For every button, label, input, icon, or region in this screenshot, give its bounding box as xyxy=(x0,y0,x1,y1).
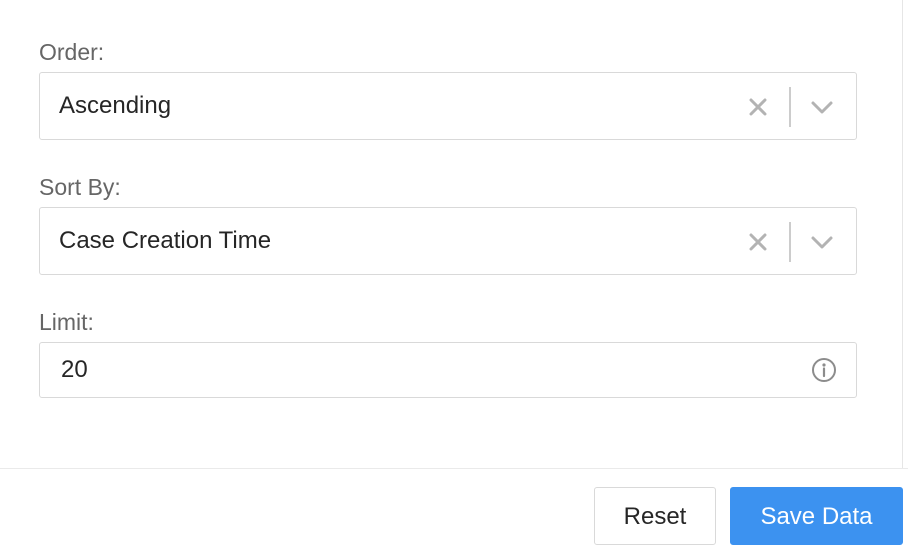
chevron-down-icon[interactable] xyxy=(809,95,835,119)
close-icon[interactable] xyxy=(746,95,770,119)
order-select[interactable]: Ascending xyxy=(39,72,857,140)
limit-input[interactable]: 20 xyxy=(39,342,857,398)
order-label: Order: xyxy=(39,39,105,65)
sort-by-select[interactable]: Case Creation Time xyxy=(39,207,857,275)
chevron-down-icon[interactable] xyxy=(809,230,835,254)
limit-input-value: 20 xyxy=(61,356,88,383)
reset-button[interactable]: Reset xyxy=(594,487,716,545)
select-separator xyxy=(789,87,791,127)
limit-label: Limit: xyxy=(39,309,94,335)
sort-by-label: Sort By: xyxy=(39,174,121,200)
footer-divider xyxy=(0,468,908,469)
info-icon[interactable] xyxy=(811,357,837,383)
panel-right-border xyxy=(902,0,903,468)
select-separator xyxy=(789,222,791,262)
close-icon[interactable] xyxy=(746,230,770,254)
sort-by-select-value: Case Creation Time xyxy=(59,227,272,254)
order-select-value: Ascending xyxy=(59,92,172,119)
save-data-button[interactable]: Save Data xyxy=(730,487,903,545)
settings-panel: Order: Ascending Sort By: Case Creation … xyxy=(0,0,908,550)
